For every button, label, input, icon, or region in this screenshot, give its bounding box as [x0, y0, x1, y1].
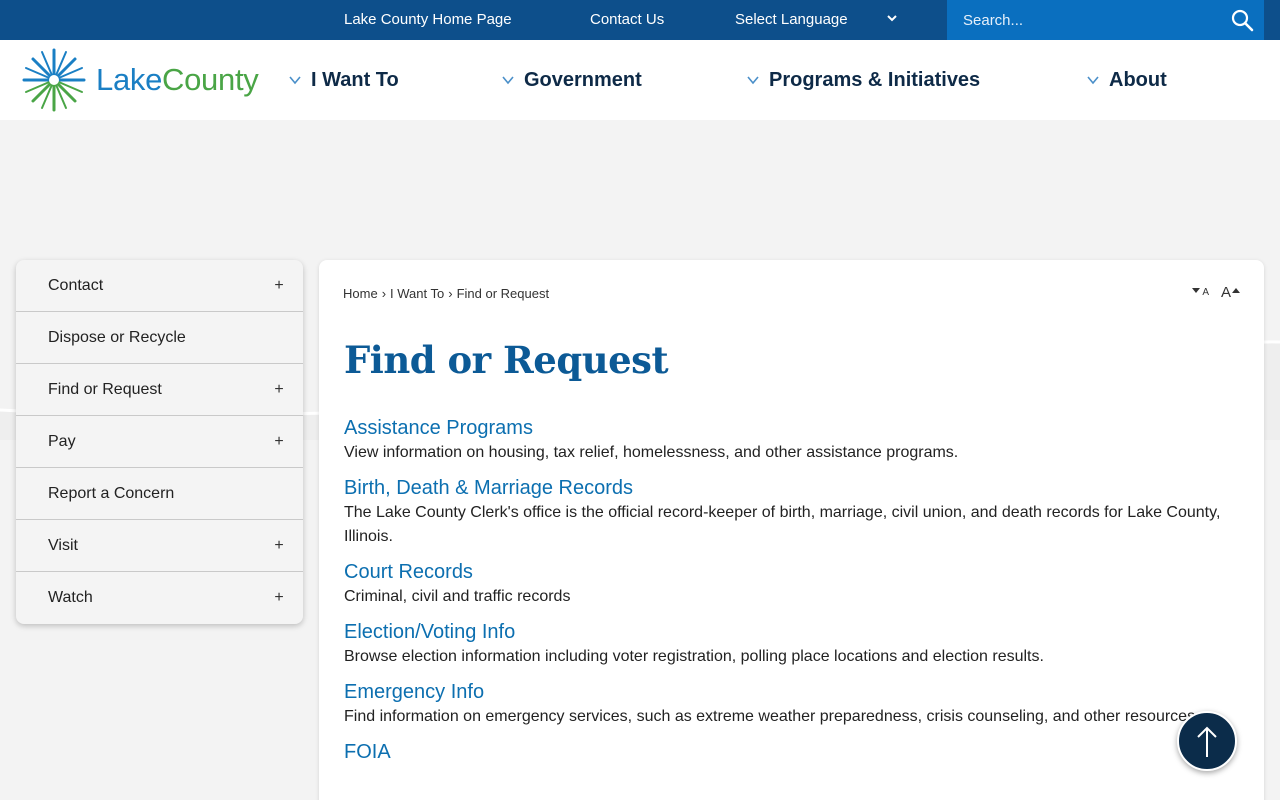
main-content-card: Home › I Want To › Find or Request A A Find …	[319, 260, 1264, 800]
increase-font-button[interactable]: A	[1221, 284, 1240, 301]
font-size-controls: A A	[1192, 284, 1240, 301]
breadcrumb-current: Find or Request	[456, 286, 550, 301]
chevron-down-icon	[289, 76, 301, 85]
back-to-top-button[interactable]	[1177, 711, 1237, 771]
decrease-font-button[interactable]: A	[1192, 287, 1209, 298]
sidebar-item-label: Visit	[48, 536, 78, 554]
arrow-up-icon	[1197, 726, 1217, 757]
sidebar-item-label: Pay	[48, 432, 76, 450]
breadcrumb-home[interactable]: Home	[343, 286, 378, 301]
sidebar-item-find-or-request[interactable]: Find or Request +	[16, 364, 303, 416]
breadcrumb-separator: ›	[381, 286, 387, 301]
chevron-down-icon	[1087, 76, 1099, 85]
sidebar-item-pay[interactable]: Pay +	[16, 416, 303, 468]
entry-description: Browse election information including vo…	[344, 648, 1044, 665]
sidebar-item-report-a-concern[interactable]: Report a Concern	[16, 468, 303, 520]
list-item: Court Records Criminal, civil and traffi…	[344, 559, 1224, 609]
nav-programs-initiatives[interactable]: Programs & Initiatives	[747, 40, 980, 120]
sidebar-item-label: Contact	[48, 276, 104, 294]
utility-bar: Lake County Home Page Contact Us Select …	[0, 0, 1280, 40]
decrease-font-label: A	[1202, 287, 1209, 298]
nav-label: Government	[524, 68, 642, 91]
list-item: Assistance Programs View information on …	[344, 415, 1224, 465]
nav-i-want-to[interactable]: I Want To	[289, 40, 399, 120]
chevron-down-icon	[502, 76, 514, 85]
entry-link-assistance-programs[interactable]: Assistance Programs	[344, 415, 1224, 441]
list-item: Election/Voting Info Browse election inf…	[344, 619, 1224, 669]
logo-wordmark: LakeCounty	[96, 62, 259, 98]
caret-up-icon	[1232, 288, 1240, 293]
entry-description: Criminal, civil and traffic records	[344, 588, 571, 605]
entry-description: View information on housing, tax relief,…	[344, 444, 959, 461]
plus-icon[interactable]: +	[269, 276, 289, 296]
sidebar-item-watch[interactable]: Watch +	[16, 572, 303, 624]
lake-county-logo[interactable]: LakeCounty	[20, 46, 270, 114]
sidebar-item-dispose-or-recycle[interactable]: Dispose or Recycle	[16, 312, 303, 364]
sidebar-item-contact[interactable]: Contact +	[16, 260, 303, 312]
nav-label: I Want To	[311, 68, 399, 91]
entry-link-election-voting-info[interactable]: Election/Voting Info	[344, 619, 1224, 645]
page-title: Find or Request	[344, 338, 669, 382]
entry-link-birth-death-marriage-records[interactable]: Birth, Death & Marriage Records	[344, 475, 1224, 501]
breadcrumb: Home › I Want To › Find or Request	[343, 286, 549, 301]
sidebar-item-label: Find or Request	[48, 380, 162, 398]
entry-link-emergency-info[interactable]: Emergency Info	[344, 679, 1224, 705]
entry-link-court-records[interactable]: Court Records	[344, 559, 1224, 585]
sidebar-item-visit[interactable]: Visit +	[16, 520, 303, 572]
plus-icon[interactable]: +	[269, 380, 289, 400]
list-item: Emergency Info Find information on emerg…	[344, 679, 1224, 729]
plus-icon[interactable]: +	[269, 536, 289, 556]
home-page-link[interactable]: Lake County Home Page	[344, 0, 512, 40]
entry-description: Find information on emergency services, …	[344, 708, 1200, 725]
plus-icon[interactable]: +	[269, 432, 289, 452]
logo-word-lake: Lake	[96, 62, 163, 97]
sidebar-item-label: Dispose or Recycle	[48, 328, 186, 346]
list-item: FOIA	[344, 739, 1224, 765]
increase-font-label: A	[1220, 284, 1231, 301]
plus-icon[interactable]: +	[269, 588, 289, 608]
starburst-logo-icon	[22, 48, 86, 112]
breadcrumb-separator: ›	[448, 286, 453, 301]
list-item: Birth, Death & Marriage Records The Lake…	[344, 475, 1224, 549]
breadcrumb-i-want-to[interactable]: I Want To	[390, 286, 444, 301]
logo-word-county: County	[162, 62, 259, 97]
caret-down-icon	[1192, 288, 1201, 293]
chevron-down-icon[interactable]	[886, 12, 898, 24]
nav-government[interactable]: Government	[502, 40, 642, 120]
sidebar-nav: Contact + Dispose or Recycle Find or Req…	[16, 260, 303, 624]
entry-description: The Lake County Clerk's office is the of…	[344, 504, 1221, 545]
select-language-dropdown[interactable]: Select Language	[735, 0, 848, 40]
chevron-down-icon	[747, 76, 759, 85]
nav-about[interactable]: About	[1087, 40, 1167, 120]
nav-label: Programs & Initiatives	[769, 68, 981, 91]
entry-link-foia[interactable]: FOIA	[344, 739, 1224, 765]
entry-list: Assistance Programs View information on …	[344, 415, 1224, 775]
nav-label: About	[1109, 68, 1167, 91]
search-box	[947, 0, 1264, 40]
sidebar-item-label: Report a Concern	[48, 484, 175, 502]
search-icon[interactable]	[1230, 8, 1254, 32]
site-header: LakeCounty I Want To Government Programs…	[0, 40, 1280, 120]
search-input[interactable]	[963, 0, 1223, 40]
contact-us-link[interactable]: Contact Us	[590, 0, 664, 40]
sidebar-item-label: Watch	[48, 589, 93, 606]
